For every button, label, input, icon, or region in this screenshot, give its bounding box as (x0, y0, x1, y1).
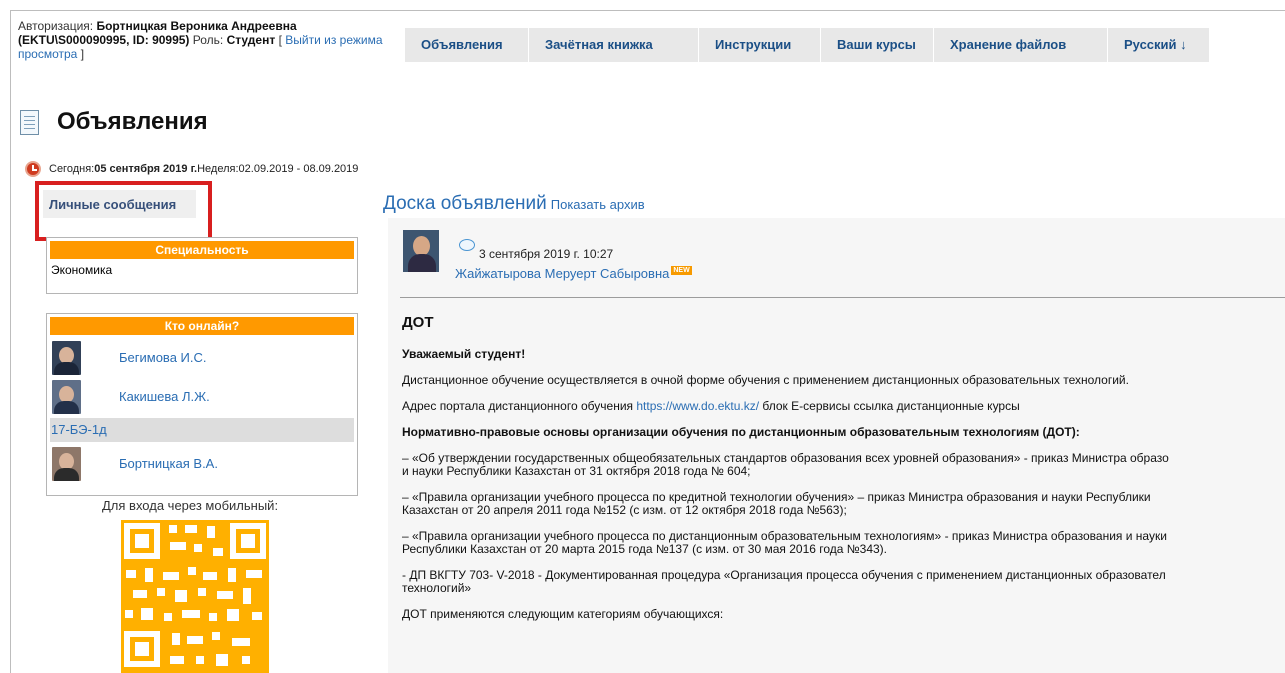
online-header: Кто онлайн? (50, 317, 354, 335)
page-title: Объявления (57, 108, 208, 135)
portal-link[interactable]: https://www.do.ektu.kz/ (636, 399, 759, 413)
today-label: Сегодня: (49, 163, 95, 175)
bracket-close: ] (77, 47, 85, 61)
auth-id: (EKTU\S000090995, ID: 90995) (18, 33, 190, 47)
auth-info: Авторизация: Бортницкая Вероника Андреев… (18, 19, 403, 61)
portal-prefix: Адрес портала дистанционного обучения (402, 399, 637, 413)
clock-icon (25, 161, 41, 177)
online-user-name[interactable]: Бортницкая В.А. (119, 456, 218, 471)
legal-item-4: - ДП ВКГТУ 703- V-2018 - Документированн… (402, 569, 1282, 595)
new-badge: NEW (671, 266, 692, 275)
portal-suffix: блок Е-сервисы ссылка дистанционные курс… (759, 399, 1020, 413)
online-panel: Кто онлайн? Бегимова И.С. Какишева Л.Ж. … (46, 313, 358, 496)
nav-announcements[interactable]: Объявления (405, 28, 529, 62)
bottom-cut-text: ДОТ применяются следующим категориям обу… (402, 607, 724, 621)
online-user-name[interactable]: Какишева Л.Ж. (119, 389, 210, 404)
top-nav: Объявления Зачётная книжка Инструкции Ва… (405, 28, 1210, 62)
group-label: 17-БЭ-1д (50, 418, 354, 442)
online-user-name[interactable]: Бегимова И.С. (119, 350, 207, 365)
specialty-panel: Специальность Экономика (46, 237, 358, 294)
page-title-block: Объявления (20, 108, 208, 136)
auth-prefix: Авторизация: (18, 19, 97, 33)
greeting: Уважаемый студент! (402, 348, 526, 361)
legal-item-3-line-2: Республики Казахстан от 20 марта 2015 го… (402, 542, 888, 556)
avatar (52, 446, 81, 481)
document-icon (20, 109, 39, 135)
auth-name: Бортницкая Вероника Андреевна (96, 19, 297, 33)
top-border (10, 10, 1285, 11)
today-value: 05 сентября 2019 г. (94, 163, 198, 175)
legal-item-4-line-1: - ДП ВКГТУ 703- V-2018 - Документированн… (402, 569, 1166, 582)
role-value: Студент (226, 33, 276, 47)
legal-item-1: – «Об утверждении государственных общеоб… (402, 452, 1282, 478)
legal-item-3: – «Правила организации учебного процесса… (402, 530, 1282, 556)
announcement-heading: ДОТ (402, 314, 434, 331)
specialty-value: Экономика (51, 263, 113, 277)
week-value: 02.09.2019 - 08.09.2019 (238, 163, 359, 175)
nav-instructions[interactable]: Инструкции (699, 28, 821, 62)
online-user-row[interactable]: Бортницкая В.А. (47, 444, 357, 483)
avatar (52, 379, 81, 414)
legal-item-2-line-2: Казахстан от 20 апреля 2011 года №152 (с… (402, 503, 847, 517)
online-user-row[interactable]: Какишева Л.Ж. (47, 377, 357, 416)
nav-gradebook[interactable]: Зачётная книжка (529, 28, 699, 62)
nav-language[interactable]: Русский ↓ (1108, 28, 1210, 62)
paragraph-1: Дистанционное обучение осуществляется в … (402, 373, 1129, 387)
specialty-header: Специальность (50, 241, 354, 259)
legal-title: Нормативно-правовые основы организации о… (402, 425, 1080, 439)
mobile-login-label: Для входа через мобильный: (102, 498, 279, 513)
separator (400, 297, 1285, 298)
announcement-panel: 3 сентября 2019 г. 10:27 Жайжатырова Мер… (388, 218, 1285, 673)
date-line: Сегодня: 05 сентября 2019 г. Неделя: 02.… (25, 161, 358, 177)
role-label: Роль: (189, 33, 227, 47)
archive-link[interactable]: Показать архив (551, 197, 645, 212)
author-link[interactable]: Жайжатырова Меруерт Сабыровна (455, 266, 669, 281)
portal-paragraph: Адрес портала дистанционного обучения ht… (402, 400, 1282, 413)
nav-courses[interactable]: Ваши курсы (821, 28, 934, 62)
legal-item-1-line-2: и науки Республики Казахстан от 31 октяб… (402, 464, 751, 478)
board-title: Доска объявлений Показать архив (383, 193, 645, 215)
announcement-body: Уважаемый студент! Дистанционное обучени… (402, 348, 1282, 634)
legal-item-2: – «Правила организации учебного процесса… (402, 491, 1282, 517)
nav-file-storage[interactable]: Хранение файлов (934, 28, 1108, 62)
highlight-frame (35, 181, 212, 241)
left-border (10, 10, 11, 673)
avatar (52, 340, 81, 375)
legal-item-4-line-2: технологий» (402, 581, 472, 595)
qr-code (121, 520, 269, 673)
board-title-text: Доска объявлений (383, 193, 547, 214)
online-user-row[interactable]: Бегимова И.С. (47, 338, 357, 377)
comment-icon[interactable] (459, 239, 475, 251)
post-date: 3 сентября 2019 г. 10:27 (479, 247, 614, 261)
week-label: Неделя: (197, 163, 239, 175)
bracket-open: [ (275, 33, 286, 47)
author-name[interactable]: Жайжатырова Меруерт Сабыровна NEW (455, 266, 692, 281)
author-avatar (403, 230, 439, 272)
